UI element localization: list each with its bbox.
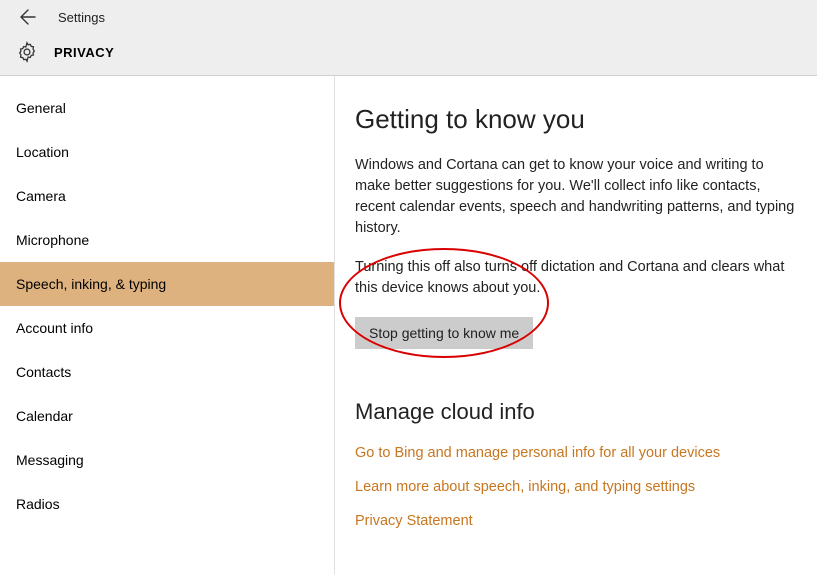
- section-row: PRIVACY: [16, 30, 801, 74]
- sidebar-item-location[interactable]: Location: [0, 130, 334, 174]
- sidebar-item-general[interactable]: General: [0, 86, 334, 130]
- section-title: PRIVACY: [54, 45, 114, 60]
- sidebar-item-account-info[interactable]: Account info: [0, 306, 334, 350]
- sidebar-item-messaging[interactable]: Messaging: [0, 438, 334, 482]
- title-row: Settings: [16, 0, 801, 30]
- stop-getting-to-know-me-button[interactable]: Stop getting to know me: [355, 317, 533, 349]
- content-pane: Getting to know you Windows and Cortana …: [335, 76, 817, 574]
- link-privacy-statement[interactable]: Privacy Statement: [355, 513, 799, 529]
- sidebar: General Location Camera Microphone Speec…: [0, 76, 335, 574]
- body: General Location Camera Microphone Speec…: [0, 76, 817, 574]
- description-paragraph-2: Turning this off also turns off dictatio…: [355, 257, 799, 299]
- sidebar-item-contacts[interactable]: Contacts: [0, 350, 334, 394]
- sidebar-item-camera[interactable]: Camera: [0, 174, 334, 218]
- sidebar-item-microphone[interactable]: Microphone: [0, 218, 334, 262]
- app-title: Settings: [58, 10, 105, 25]
- header: Settings PRIVACY: [0, 0, 817, 76]
- page-heading: Getting to know you: [355, 104, 799, 135]
- back-arrow-icon: [20, 9, 36, 25]
- link-bing-personal-info[interactable]: Go to Bing and manage personal info for …: [355, 445, 799, 461]
- sidebar-item-radios[interactable]: Radios: [0, 482, 334, 526]
- gear-icon: [16, 41, 38, 63]
- sidebar-item-calendar[interactable]: Calendar: [0, 394, 334, 438]
- description-paragraph-1: Windows and Cortana can get to know your…: [355, 155, 799, 239]
- sidebar-item-speech-inking-typing[interactable]: Speech, inking, & typing: [0, 262, 334, 306]
- link-learn-more-speech[interactable]: Learn more about speech, inking, and typ…: [355, 479, 799, 495]
- back-button[interactable]: [16, 5, 40, 29]
- section-heading-manage-cloud: Manage cloud info: [355, 399, 799, 425]
